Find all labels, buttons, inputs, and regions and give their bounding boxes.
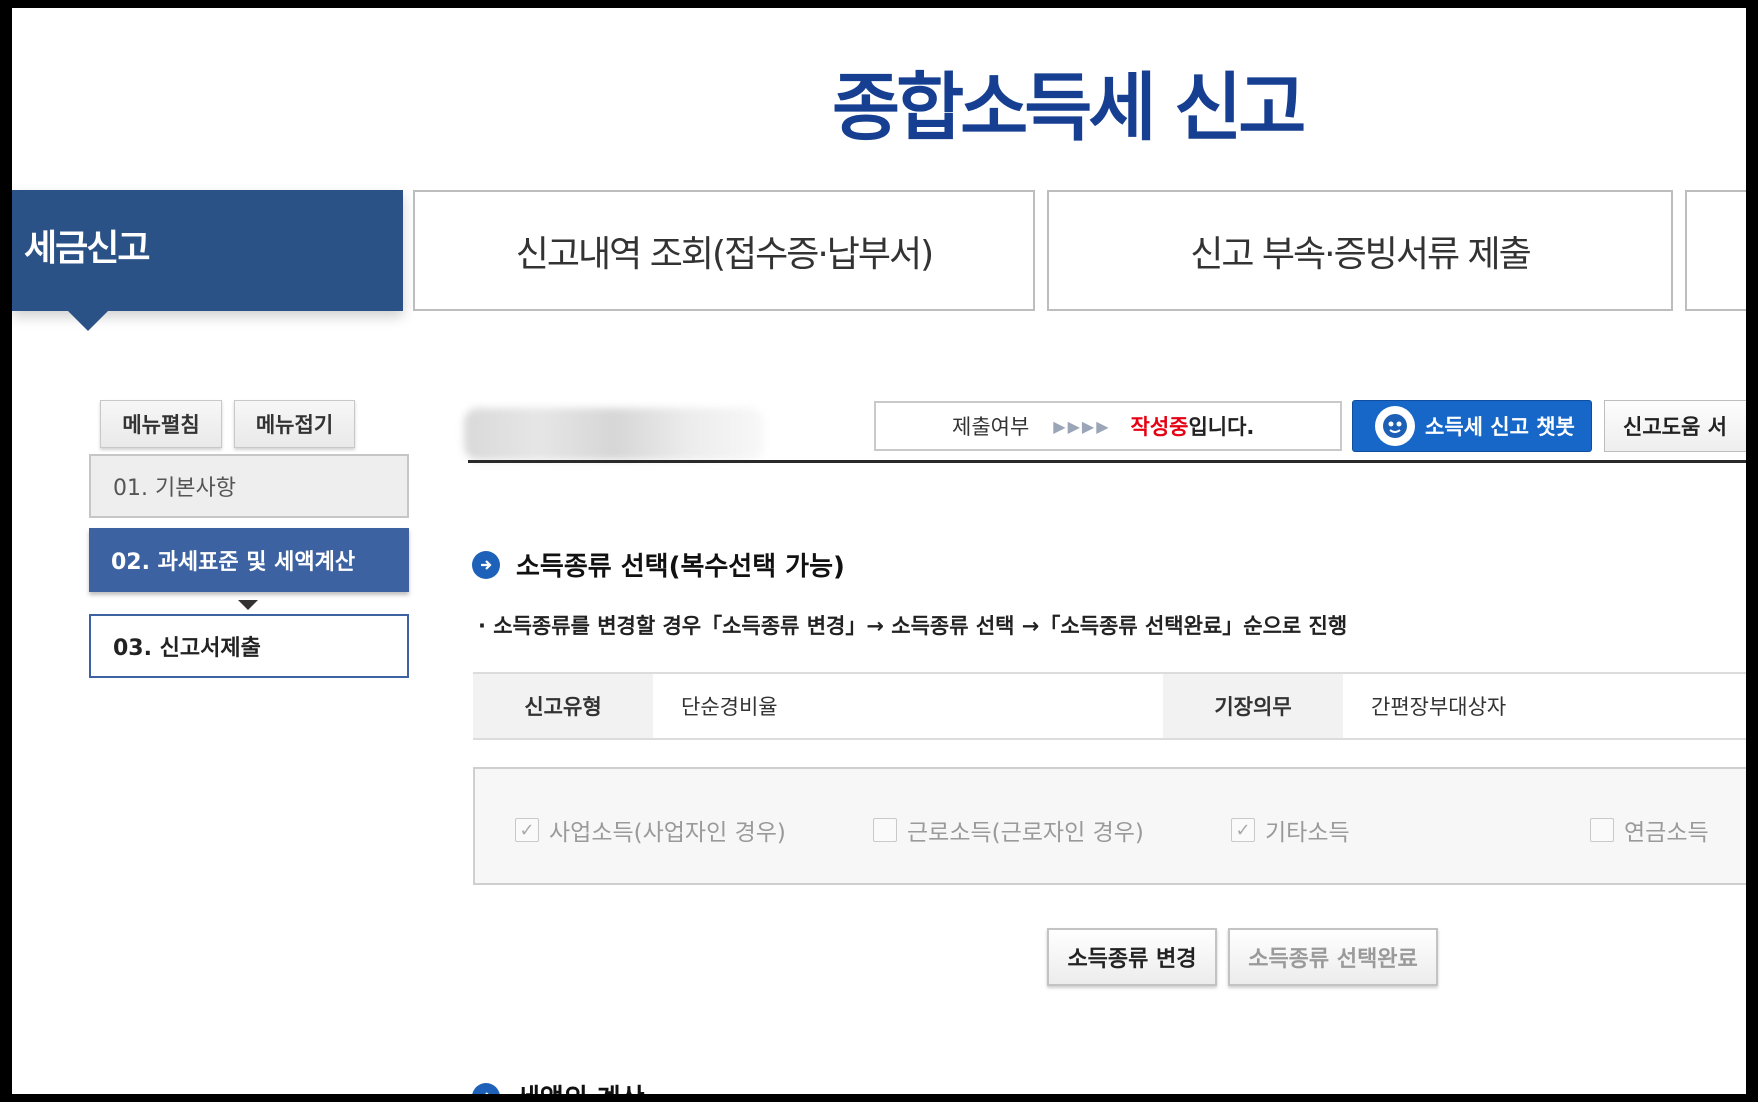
tab-filing-history[interactable]: 신고내역 조회(접수증·납부서) [413,190,1035,311]
chatbot-icon [1375,406,1415,446]
tax-calc-heading: 세액의 계산 [472,1078,645,1094]
option-label: 기타소득 [1265,820,1350,846]
change-income-type-button[interactable]: 소득종류 변경 [1047,928,1217,986]
bookkeeping-value: 간편장부대상자 [1371,695,1507,719]
checkbox-checked-icon[interactable]: ✓ [1231,818,1255,842]
tab-filing-history-label: 신고내역 조회(접수증·납부서) [515,233,934,275]
status-suffix: 입니다. [1188,415,1255,439]
page-title: 종합소득세 신고 [832,65,1306,151]
arrow-circle-icon [472,550,500,579]
status-badge: 작성중 [1130,415,1189,439]
toolbar-divider [468,460,1746,463]
menu-collapse-button[interactable]: 메뉴접기 [234,400,355,448]
checkbox-icon[interactable] [1590,818,1614,842]
chatbot-button[interactable]: 소득세 신고 챗봇 [1352,400,1592,452]
step-tax-calculation[interactable]: 02. 과세표준 및 세액계산 [89,528,409,592]
income-type-heading-text: 소득종류 선택(복수선택 가능) [516,552,845,582]
option-label: 연금소득 [1624,820,1709,846]
submission-label: 제출여부 [952,415,1030,439]
option-label: 사업소득(사업자인 경우) [549,820,786,846]
filing-help-label: 신고도움 서 [1623,415,1727,439]
tab-document-submit[interactable]: 신고 부속·증빙서류 제출 [1047,190,1673,311]
step-basic-info[interactable]: 01. 기본사항 [89,454,409,518]
tab-document-submit-label: 신고 부속·증빙서류 제출 [1190,233,1532,275]
submission-status: 제출여부 ▶▶▶▶ 작성중 입니다. [874,401,1342,451]
option-business-income[interactable]: ✓ 사업소득(사업자인 경우) [515,813,786,847]
option-label: 근로소득(근로자인 경우) [907,820,1144,846]
checkbox-icon[interactable] [873,818,897,842]
option-earned-income[interactable]: 근로소득(근로자인 경우) [873,813,1144,847]
report-type-label: 신고유형 [473,674,653,738]
tab-more[interactable] [1685,190,1746,311]
tab-tax-filing[interactable]: 세금신고 [12,190,403,331]
arrow-circle-icon [472,1082,500,1094]
option-other-income[interactable]: ✓ 기타소득 [1231,813,1350,847]
tax-calc-heading-text: 세액의 계산 [516,1078,645,1094]
blurred-user-name [464,408,764,460]
income-type-note: · 소득종류를 변경할 경우「소득종류 변경」→ 소득종류 선택 →「소득종류 … [478,614,1348,638]
income-type-heading: 소득종류 선택(복수선택 가능) [472,546,845,583]
progress-arrows-icon: ▶▶▶▶ [1053,416,1111,436]
filing-help-button[interactable]: 신고도움 서 [1604,400,1746,452]
income-type-options: ✓ 사업소득(사업자인 경우) 근로소득(근로자인 경우) ✓ 기타소득 연금소… [473,767,1746,885]
report-info-table: 신고유형 단순경비율 기장의무 간편장부대상자 [473,672,1746,740]
step-arrow-icon [238,600,258,610]
complete-income-type-button[interactable]: 소득종류 선택완료 [1228,928,1438,986]
checkbox-checked-icon[interactable]: ✓ [515,818,539,842]
chatbot-label: 소득세 신고 챗봇 [1425,415,1575,439]
report-type-value: 단순경비율 [681,695,778,719]
app-frame: 종합소득세 신고 세금신고 신고내역 조회(접수증·납부서) 신고 부속·증빙서… [12,8,1746,1094]
step-submit[interactable]: 03. 신고서제출 [89,614,409,678]
option-pension-income[interactable]: 연금소득 [1590,813,1709,847]
menu-expand-button[interactable]: 메뉴펼침 [100,400,222,448]
bookkeeping-label: 기장의무 [1163,674,1343,738]
